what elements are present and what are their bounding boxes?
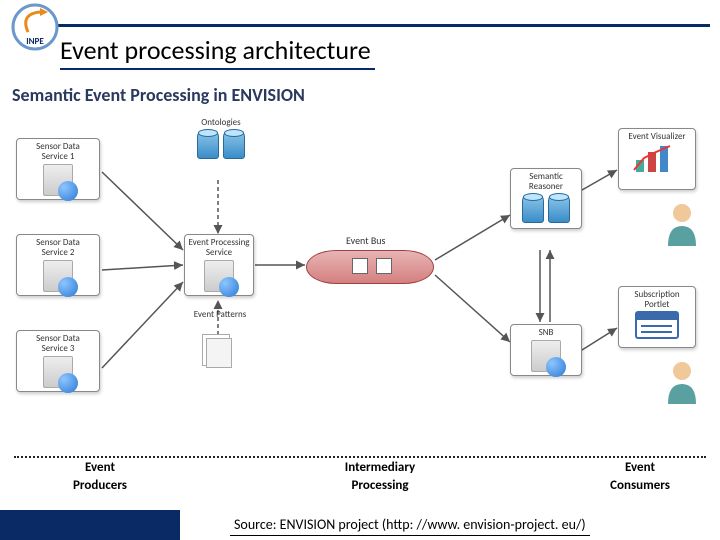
inpe-logo: INPE: [10, 2, 60, 52]
page-subtitle: Semantic Event Processing in ENVISION: [12, 84, 305, 106]
label-sensor-1: Sensor DataService 1: [36, 142, 80, 162]
label-sensor-3: Sensor DataService 3: [36, 334, 80, 354]
node-sensor-service-3: Sensor DataService 3: [16, 330, 100, 392]
label-patterns: Event Patterns: [190, 310, 250, 320]
node-event-visualizer: Event Visualizer: [618, 128, 696, 190]
legend-divider: [14, 456, 706, 458]
label-event-bus: Event Bus: [346, 234, 385, 247]
user-icon: [664, 202, 700, 246]
event-icon: [376, 258, 392, 274]
node-sensor-service-2: Sensor DataService 2: [16, 234, 100, 296]
database-icon: [548, 195, 570, 223]
label-sensor-2: Sensor DataService 2: [36, 238, 80, 258]
label-semreason: SemanticReasoner: [529, 172, 563, 192]
node-semantic-reasoner: SemanticReasoner: [510, 168, 582, 229]
label-visualizer: Event Visualizer: [628, 132, 685, 142]
architecture-diagram: Sensor DataService 1 Sensor DataService …: [10, 110, 710, 440]
node-ontologies: Ontologies: [186, 118, 256, 161]
chart-icon: [632, 142, 682, 176]
header-rule: [50, 24, 710, 27]
logo-text: INPE: [26, 36, 44, 47]
form-icon: [634, 310, 680, 340]
legend-col3-top: Event: [560, 460, 720, 475]
label-snb: SNB: [539, 328, 554, 338]
legend-col2-top: Intermediary: [200, 460, 560, 475]
node-event-processing-service: Event ProcessingService: [184, 234, 254, 296]
server-icon: [43, 260, 73, 292]
node-snb: SNB: [510, 324, 582, 376]
source-citation: Source: ENVISION project (http: //www. e…: [230, 514, 590, 536]
user-icon: [664, 360, 700, 404]
server-icon: [43, 356, 73, 388]
legend-col2-bot: Processing: [200, 478, 560, 493]
legend-col3-bot: Consumers: [560, 478, 720, 493]
server-icon: [43, 164, 73, 196]
server-icon: [531, 340, 561, 372]
node-sensor-service-1: Sensor DataService 1: [16, 138, 100, 200]
legend-col1-top: Event: [0, 460, 200, 475]
page-title: Event processing architecture: [60, 34, 375, 70]
event-icon: [352, 258, 368, 274]
database-icon: [522, 195, 544, 223]
database-icon: [223, 131, 245, 159]
label-ontologies: Ontologies: [186, 118, 256, 128]
database-icon: [197, 131, 219, 159]
server-icon: [204, 260, 234, 292]
label-eps: Event ProcessingService: [188, 238, 249, 258]
label-portlet: SubscriptionPortlet: [634, 290, 679, 310]
legend-col1-bot: Producers: [0, 478, 200, 493]
event-patterns-icon: [206, 338, 232, 368]
node-subscription-portlet: SubscriptionPortlet: [618, 286, 696, 348]
footer-accent: [0, 510, 180, 540]
